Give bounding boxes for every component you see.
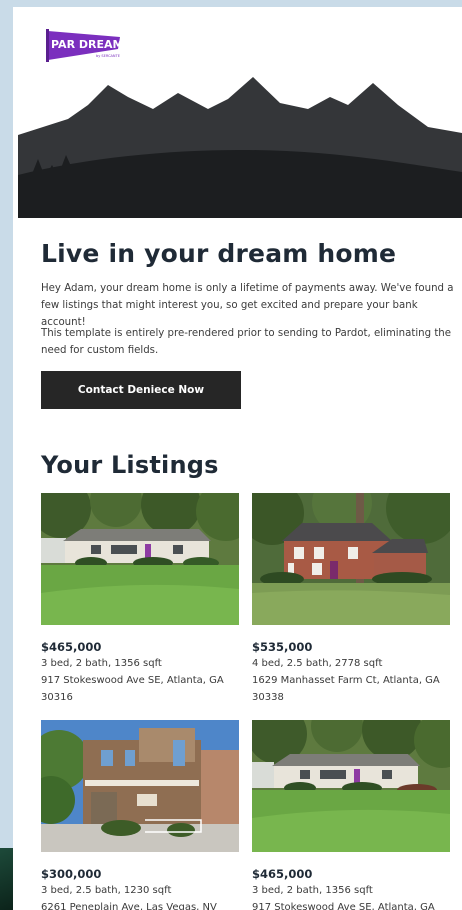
hero-mountain-banner	[18, 75, 462, 218]
logo-subtext: by SERCANTE	[96, 54, 120, 58]
listing-price: $465,000	[252, 867, 313, 881]
listings-title: Your Listings	[41, 451, 219, 479]
intro-paragraph: Hey Adam, your dream home is only a life…	[41, 283, 454, 328]
listing-details: 3 bed, 2 bath, 1356 sqft	[41, 658, 162, 669]
listing-photo[interactable]	[41, 493, 239, 625]
email-card: PAR DREAMIN by SERCANTE Live in your dre…	[13, 7, 462, 910]
listing-card[interactable]: $535,000 4 bed, 2.5 bath, 2778 sqft 1629…	[252, 493, 450, 706]
listing-details: 3 bed, 2.5 bath, 1230 sqft	[41, 885, 172, 896]
listing-card[interactable]: $300,000 3 bed, 2.5 bath, 1230 sqft 6261…	[41, 720, 239, 910]
logo-wordmark: PAR DREAMIN	[51, 38, 124, 51]
listing-address: 917 Stokeswood Ave SE, Atlanta, GA 30316	[41, 675, 224, 703]
listing-details: 4 bed, 2.5 bath, 2778 sqft	[252, 658, 383, 669]
listing-price: $300,000	[41, 867, 102, 881]
intro-title: Live in your dream home	[41, 239, 397, 268]
listing-photo[interactable]	[252, 720, 450, 852]
template-note-paragraph: This template is entirely pre-rendered p…	[41, 328, 452, 356]
listing-photo[interactable]	[41, 720, 239, 852]
logo-icon[interactable]: PAR DREAMIN by SERCANTE	[46, 27, 124, 63]
listing-price: $535,000	[252, 640, 313, 654]
listing-address: 1629 Manhasset Farm Ct, Atlanta, GA 3033…	[252, 675, 440, 703]
header: PAR DREAMIN by SERCANTE	[13, 7, 462, 77]
contact-agent-button[interactable]: Contact Deniece Now	[41, 371, 241, 409]
listing-address: 917 Stokeswood Ave SE, Atlanta, GA	[252, 902, 435, 910]
listing-photo[interactable]	[252, 493, 450, 625]
listing-card[interactable]: $465,000 3 bed, 2 bath, 1356 sqft 917 St…	[41, 493, 239, 706]
listing-price: $465,000	[41, 640, 102, 654]
listing-details: 3 bed, 2 bath, 1356 sqft	[252, 885, 373, 896]
listing-address: 6261 Peneplain Ave, Las Vegas, NV	[41, 902, 217, 910]
listing-card[interactable]: $465,000 3 bed, 2 bath, 1356 sqft 917 St…	[252, 720, 450, 910]
